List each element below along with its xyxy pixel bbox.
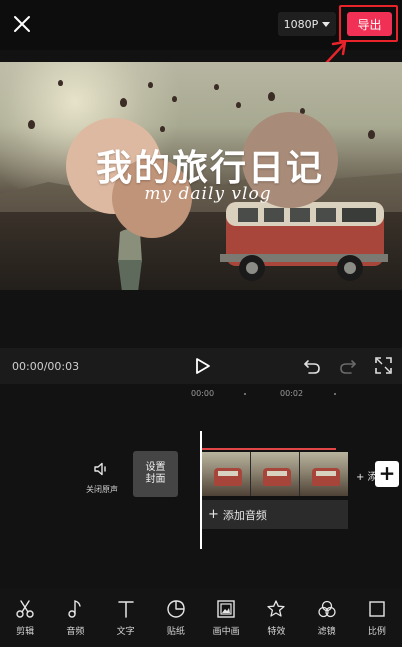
balloon xyxy=(172,96,177,102)
tool-ratio[interactable]: 比例 xyxy=(352,588,402,647)
scissors-icon xyxy=(16,600,34,618)
ratio-icon xyxy=(369,601,385,617)
tool-pip[interactable]: 画中画 xyxy=(201,588,251,647)
tool-audio[interactable]: 音频 xyxy=(50,588,100,647)
fullscreen-icon[interactable] xyxy=(375,357,392,374)
filter-icon xyxy=(317,600,336,618)
resolution-label: 1080P xyxy=(283,17,319,31)
balloon xyxy=(28,120,35,129)
time-display: 00:00/00:03 xyxy=(12,360,80,373)
ruler-time-label: 00:00 xyxy=(191,389,215,398)
balloon xyxy=(268,92,275,101)
tool-effects[interactable]: 特效 xyxy=(251,588,301,647)
balloon xyxy=(58,80,63,86)
clip-frame xyxy=(251,452,300,496)
bottom-toolbar: 剪辑 音频 文字 贴纸 画中画 特效 滤镜 比例 xyxy=(0,588,402,647)
ruler-time-label: 00:02 xyxy=(280,389,304,398)
tool-audio-label: 音频 xyxy=(66,627,85,637)
redo-icon[interactable] xyxy=(339,357,357,375)
add-audio-track[interactable]: + 添加音频 xyxy=(202,500,348,529)
balloon xyxy=(368,130,375,139)
tool-edit-label: 剪辑 xyxy=(16,627,35,637)
export-button[interactable]: 导出 xyxy=(347,12,392,36)
sticker-icon xyxy=(167,600,185,618)
balloon xyxy=(214,84,219,90)
clip-selection-line xyxy=(202,448,336,450)
tool-effects-label: 特效 xyxy=(267,627,286,637)
player-controls: 00:00/00:03 xyxy=(0,348,402,384)
tool-filter-label: 滤镜 xyxy=(317,627,336,637)
caret-down-icon xyxy=(322,21,331,27)
set-cover-label: 设置 封面 xyxy=(145,462,166,485)
tool-edit[interactable]: 剪辑 xyxy=(0,588,50,647)
tool-filter[interactable]: 滤镜 xyxy=(302,588,352,647)
tool-sticker-label: 贴纸 xyxy=(166,627,185,637)
set-cover-button[interactable]: 设置 封面 xyxy=(133,451,178,497)
balloon xyxy=(120,98,127,107)
mute-original-label[interactable]: 关闭原声 xyxy=(86,484,118,495)
tool-sticker[interactable]: 贴纸 xyxy=(151,588,201,647)
play-icon[interactable] xyxy=(192,356,212,376)
balloon xyxy=(148,82,153,88)
add-audio-label: 添加音频 xyxy=(222,508,267,522)
close-icon[interactable] xyxy=(10,12,34,36)
ruler-dot xyxy=(244,393,246,395)
effects-star-icon xyxy=(267,600,286,617)
plus-icon: + xyxy=(208,507,219,522)
tool-pip-label: 画中画 xyxy=(212,627,240,637)
resolution-selector[interactable]: 1080P xyxy=(278,12,336,36)
text-icon xyxy=(117,601,134,618)
picture-in-picture-icon xyxy=(217,600,235,618)
clip-frame xyxy=(300,452,348,496)
video-preview[interactable]: 我的旅行日记 my daily vlog xyxy=(0,62,402,290)
speaker-mute-icon[interactable] xyxy=(93,461,109,477)
timeline-playhead[interactable] xyxy=(200,431,202,549)
music-note-icon xyxy=(68,600,82,618)
balloon xyxy=(160,126,165,132)
ruler-dot xyxy=(334,393,336,395)
tool-text[interactable]: 文字 xyxy=(101,588,151,647)
clip-frame xyxy=(202,452,251,496)
balloon xyxy=(236,102,241,108)
video-subtitle-text[interactable]: my daily vlog xyxy=(0,184,402,204)
add-clip-button[interactable]: + xyxy=(375,461,399,487)
video-clip-track[interactable] xyxy=(202,452,348,496)
tool-text-label: 文字 xyxy=(116,627,135,637)
undo-icon[interactable] xyxy=(303,357,321,375)
tool-ratio-label: 比例 xyxy=(367,627,386,637)
